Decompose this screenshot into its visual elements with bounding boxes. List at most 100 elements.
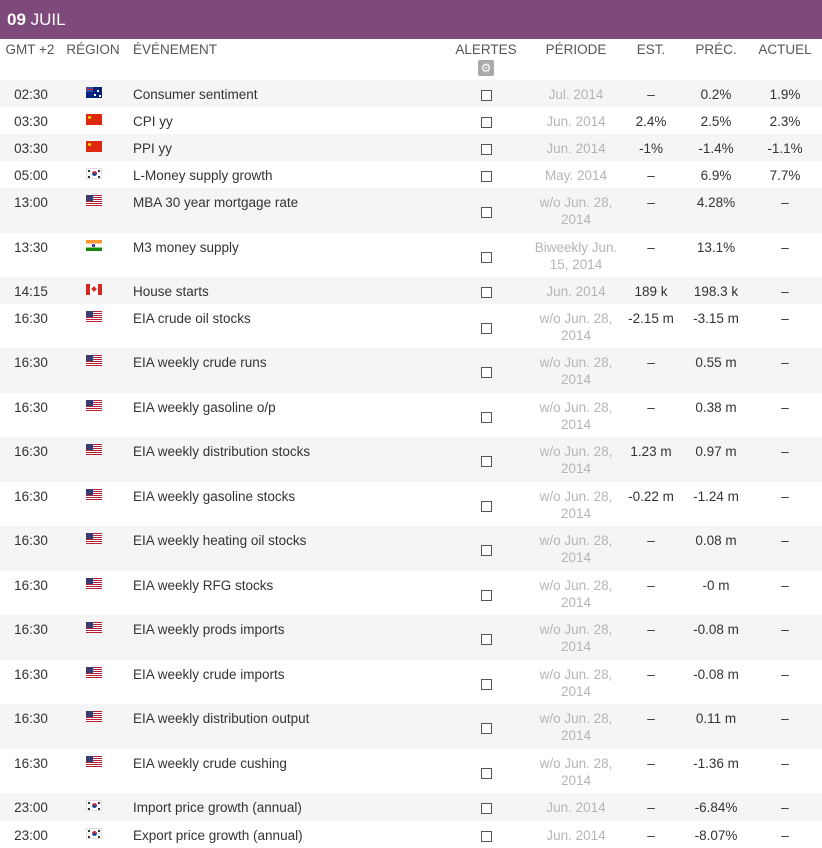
event-previous: 6.9% [700, 168, 732, 183]
region-flag [62, 828, 126, 845]
event-time: 16:30 [14, 311, 48, 326]
event-period: w/o Jun. 28, 2014 [539, 578, 613, 610]
table-row: 14:15 House starts Jun. 2014 189 k 198.3 k – [0, 277, 822, 304]
event-estimate: – [647, 667, 655, 682]
region-flag [62, 667, 126, 684]
event-previous: 0.08 m [695, 533, 737, 548]
alert-toggle [447, 588, 525, 605]
alert-checkbox[interactable] [480, 207, 492, 218]
event-estimate: – [647, 578, 655, 593]
alert-checkbox[interactable] [480, 634, 492, 645]
table-row: 03:30 PPI yy Jun. 2014 -1% -1.4% -1.1% [0, 134, 822, 161]
event-estimate: – [647, 195, 655, 210]
gear-icon[interactable]: ⚙ [478, 60, 494, 76]
event-time: 16:30 [14, 578, 48, 593]
alert-checkbox[interactable] [480, 803, 492, 814]
alert-checkbox[interactable] [480, 287, 492, 298]
region-flag [62, 578, 126, 595]
alert-checkbox[interactable] [480, 171, 492, 182]
date-header: 09 JUIL [0, 0, 822, 39]
event-time: 03:30 [14, 141, 48, 156]
region-flag [62, 355, 126, 372]
event-name: House starts [133, 284, 209, 299]
event-estimate: -2.15 m [628, 311, 674, 326]
flag-us-icon [86, 667, 102, 678]
event-time: 16:30 [14, 711, 48, 726]
event-actual: – [781, 800, 789, 815]
alert-checkbox[interactable] [480, 590, 492, 601]
flag-ca-icon [86, 284, 102, 295]
alert-checkbox[interactable] [480, 679, 492, 690]
region-flag [62, 533, 126, 550]
table-row: 16:30 EIA weekly crude runs w/o Jun. 28, 2… [0, 348, 822, 393]
event-time: 13:30 [14, 240, 48, 255]
alert-toggle [447, 543, 525, 560]
col-header-event: ÉVÉNEMENT [133, 42, 218, 57]
event-name: EIA weekly crude runs [133, 355, 267, 370]
event-actual: – [781, 828, 789, 843]
event-actual: – [781, 240, 789, 255]
region-flag [62, 622, 126, 639]
region-flag [62, 711, 126, 728]
event-estimate: – [647, 355, 655, 370]
event-name: EIA weekly crude imports [133, 667, 285, 682]
flag-kr-icon [86, 828, 102, 839]
event-estimate: – [647, 828, 655, 843]
alert-checkbox[interactable] [480, 501, 492, 512]
event-actual: – [781, 578, 789, 593]
event-period: Jun. 2014 [546, 141, 606, 156]
event-actual: – [781, 756, 789, 771]
alert-checkbox[interactable] [480, 456, 492, 467]
alert-checkbox[interactable] [480, 412, 492, 423]
event-period: w/o Jun. 28, 2014 [539, 756, 613, 788]
alert-checkbox[interactable] [480, 252, 492, 263]
event-name: M3 money supply [133, 240, 239, 255]
alert-checkbox[interactable] [480, 367, 492, 378]
event-actual: – [781, 489, 789, 504]
alert-checkbox[interactable] [480, 768, 492, 779]
event-actual: – [781, 284, 789, 299]
event-time: 23:00 [14, 828, 48, 843]
event-time: 16:30 [14, 622, 48, 637]
alert-checkbox[interactable] [480, 545, 492, 556]
alert-toggle [447, 205, 525, 222]
region-flag [62, 240, 126, 257]
event-previous: 0.11 m [695, 711, 737, 726]
alert-toggle [447, 365, 525, 382]
alert-checkbox[interactable] [480, 90, 492, 101]
event-actual: – [781, 622, 789, 637]
event-estimate: 1.23 m [630, 444, 672, 459]
event-period: Jul. 2014 [548, 87, 604, 102]
alert-toggle [447, 454, 525, 471]
alert-toggle [447, 410, 525, 427]
flag-au-icon [86, 87, 102, 98]
event-actual: 1.9% [769, 87, 801, 102]
table-row: 13:30 M3 money supply Biweekly Jun. 15, 20… [0, 233, 822, 277]
event-actual: – [781, 444, 789, 459]
event-period: w/o Jun. 28, 2014 [539, 533, 613, 565]
event-name: EIA crude oil stocks [133, 311, 251, 326]
col-header-est: EST. [636, 42, 666, 57]
col-header-actual: ACTUEL [758, 42, 812, 57]
alert-checkbox[interactable] [480, 831, 492, 842]
event-actual: 7.7% [769, 168, 801, 183]
flag-in-icon [86, 240, 102, 251]
table-row: 16:30 EIA weekly distribution stocks w/o J… [0, 437, 822, 482]
alert-checkbox[interactable] [480, 323, 492, 334]
date-month: JUIL [30, 10, 66, 29]
col-header-region: RÉGION [66, 42, 120, 57]
event-estimate: – [647, 756, 655, 771]
flag-us-icon [86, 622, 102, 633]
alert-toggle [447, 766, 525, 783]
table-row: 16:30 EIA weekly gasoline stocks w/o Jun. … [0, 482, 822, 526]
event-name: CPI yy [133, 114, 173, 129]
flag-us-icon [86, 756, 102, 767]
event-actual: 2.3% [769, 114, 801, 129]
event-period: w/o Jun. 28, 2014 [539, 711, 613, 743]
event-previous: 0.97 m [695, 444, 737, 459]
alert-checkbox[interactable] [480, 144, 492, 155]
event-previous: 0.55 m [695, 355, 737, 370]
event-time: 03:30 [14, 114, 48, 129]
alert-checkbox[interactable] [480, 723, 492, 734]
alert-checkbox[interactable] [480, 117, 492, 128]
